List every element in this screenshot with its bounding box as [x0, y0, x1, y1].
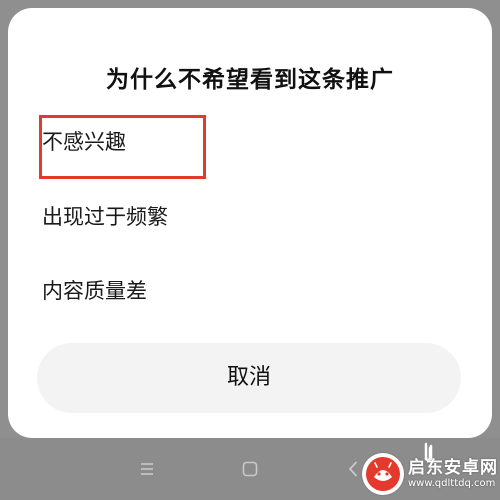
- cancel-button[interactable]: 取消: [37, 343, 461, 413]
- dialog-title: 为什么不希望看到这条推广: [106, 67, 394, 93]
- option-poor-quality[interactable]: 内容质量差: [42, 278, 147, 304]
- option-too-frequent[interactable]: 出现过于频繁: [42, 204, 168, 230]
- back-icon[interactable]: [345, 460, 363, 478]
- menu-icon[interactable]: [138, 460, 156, 478]
- highlight-annotation-box: [39, 115, 206, 179]
- watermark-logo-icon: [362, 453, 404, 495]
- home-icon[interactable]: [241, 460, 259, 478]
- watermark-url: www.qdlttdq.com: [408, 478, 496, 489]
- feedback-sheet: 为什么不希望看到这条推广 不感兴趣 出现过于频繁 内容质量差 取消: [8, 8, 492, 438]
- watermark: 启东安卓网 www.qdlttdq.com: [362, 451, 497, 497]
- watermark-name: 启东安卓网: [408, 458, 498, 478]
